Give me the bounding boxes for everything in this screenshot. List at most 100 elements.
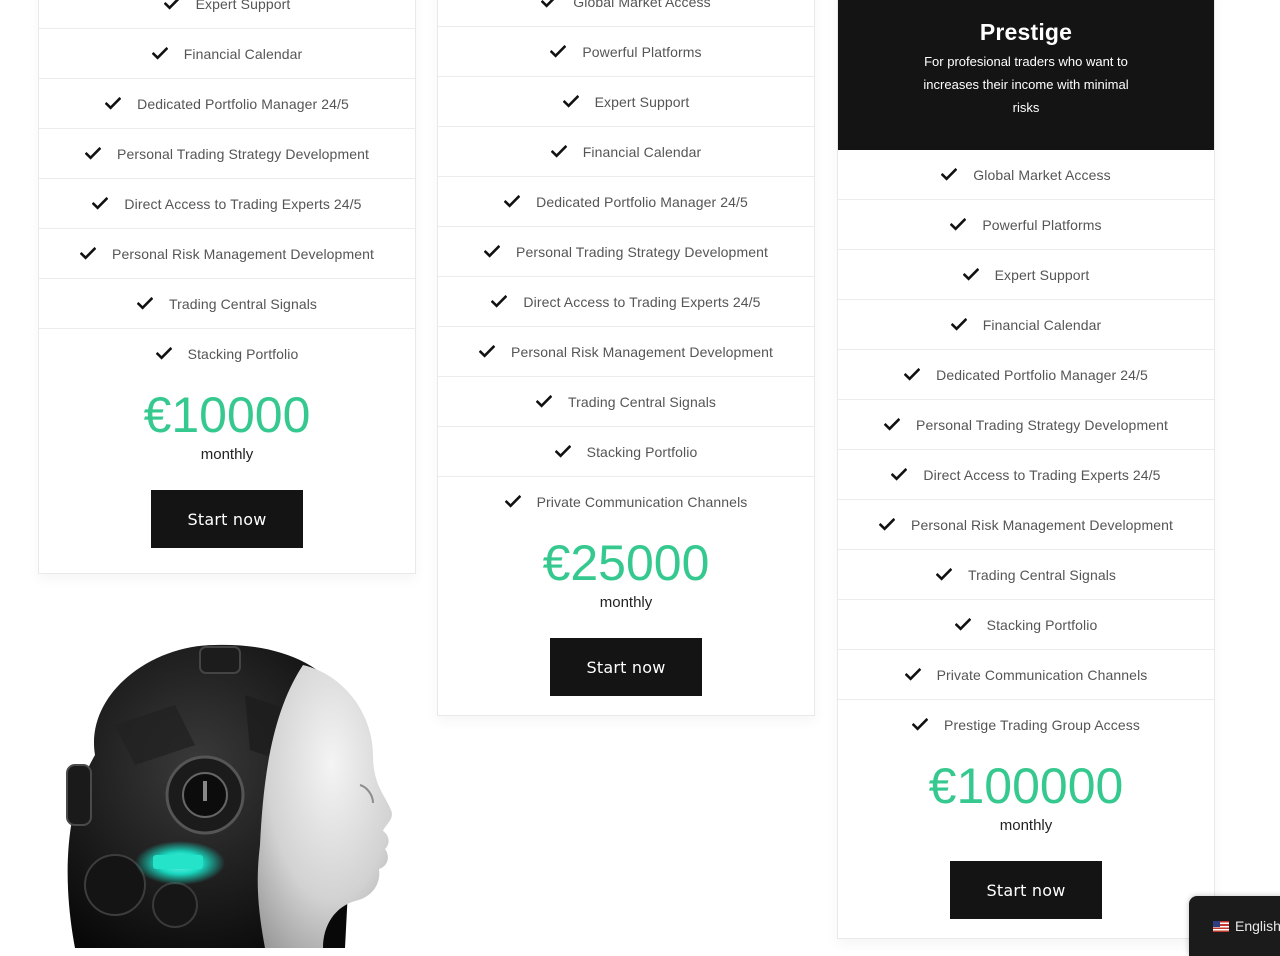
checkmark-icon <box>541 0 559 9</box>
feature-list: Expert Support Financial Calendar Dedica… <box>39 0 415 378</box>
plan-price: €10000 <box>143 387 311 443</box>
feature-item: Powerful Platforms <box>438 27 814 77</box>
feature-item: Expert Support <box>838 250 1214 300</box>
feature-item: Expert Support <box>39 0 415 29</box>
plan-header: Prestige For profesional traders who wan… <box>838 0 1214 150</box>
feature-label: Expert Support <box>994 266 1090 283</box>
feature-label: Personal Risk Management Development <box>511 343 773 360</box>
feature-item: Trading Central Signals <box>838 550 1214 600</box>
feature-item: Trading Central Signals <box>39 279 415 329</box>
checkmark-icon <box>504 194 522 209</box>
feature-label: Stacking Portfolio <box>586 443 698 460</box>
feature-item: Powerful Platforms <box>838 200 1214 250</box>
feature-item: Private Communication Channels <box>838 650 1214 700</box>
feature-label: Global Market Access <box>573 0 711 10</box>
checkmark-icon <box>136 296 155 311</box>
feature-label: Financial Calendar <box>582 143 702 160</box>
feature-label: Dedicated Portfolio Manager 24/5 <box>936 366 1148 383</box>
checkmark-icon <box>550 44 568 59</box>
checkmark-icon <box>962 267 981 282</box>
feature-label: Financial Calendar <box>183 45 303 62</box>
start-now-button[interactable]: Start now <box>151 490 303 548</box>
feature-item: Stacking Portfolio <box>838 600 1214 650</box>
us-flag-icon <box>1213 921 1229 932</box>
checkmark-icon <box>80 246 98 261</box>
checkmark-icon <box>535 394 554 409</box>
checkmark-icon <box>904 367 922 382</box>
plan-period: monthly <box>999 817 1053 834</box>
feature-label: Dedicated Portfolio Manager 24/5 <box>536 193 748 210</box>
plan-price: €100000 <box>928 758 1124 814</box>
feature-label: Trading Central Signals <box>967 566 1117 583</box>
pricing-card-1: Expert Support Financial Calendar Dedica… <box>38 0 416 574</box>
feature-item: Personal Risk Management Development <box>39 229 415 279</box>
feature-label: Personal Trading Strategy Development <box>117 145 369 162</box>
feature-item: Private Communication Channels <box>438 477 814 526</box>
feature-item: Stacking Portfolio <box>438 427 814 477</box>
checkmark-icon <box>163 0 182 11</box>
checkmark-icon <box>484 244 502 259</box>
checkmark-icon <box>891 467 909 482</box>
feature-list: Global Market Access Powerful Platforms … <box>438 0 814 526</box>
checkmark-icon <box>155 346 174 361</box>
start-now-button[interactable]: Start now <box>950 861 1102 919</box>
checkmark-icon <box>884 417 902 432</box>
feature-label: Direct Access to Trading Experts 24/5 <box>124 195 362 212</box>
checkmark-icon <box>935 567 954 582</box>
checkmark-icon <box>85 146 103 161</box>
plan-name: Prestige <box>979 19 1073 45</box>
checkmark-icon <box>879 517 897 532</box>
language-label: English <box>1235 918 1280 934</box>
feature-item: Direct Access to Trading Experts 24/5 <box>838 450 1214 500</box>
plan-period: monthly <box>200 446 254 463</box>
checkmark-icon <box>904 667 923 682</box>
feature-item: Stacking Portfolio <box>39 329 415 378</box>
feature-item: Personal Trading Strategy Development <box>39 129 415 179</box>
pricing-card-2: Global Market Access Powerful Platforms … <box>437 0 815 716</box>
plan-price: €25000 <box>542 535 710 591</box>
feature-item: Dedicated Portfolio Manager 24/5 <box>838 350 1214 400</box>
checkmark-icon <box>941 167 959 182</box>
feature-label: Global Market Access <box>973 166 1111 183</box>
feature-label: Prestige Trading Group Access <box>944 716 1140 733</box>
feature-label: Private Communication Channels <box>536 493 748 510</box>
checkmark-icon <box>554 444 573 459</box>
checkmark-icon <box>479 344 497 359</box>
feature-label: Trading Central Signals <box>567 393 717 410</box>
feature-item: Direct Access to Trading Experts 24/5 <box>39 179 415 229</box>
feature-label: Private Communication Channels <box>936 666 1148 683</box>
start-now-button[interactable]: Start now <box>550 638 702 696</box>
feature-item: Prestige Trading Group Access <box>838 700 1214 749</box>
plan-description: For profesional traders who want to incr… <box>923 54 1129 115</box>
feature-label: Personal Risk Management Development <box>112 245 374 262</box>
checkmark-icon <box>912 717 930 732</box>
checkmark-icon <box>950 317 969 332</box>
feature-label: Powerful Platforms <box>582 43 702 60</box>
feature-label: Personal Trading Strategy Development <box>916 416 1168 433</box>
feature-label: Dedicated Portfolio Manager 24/5 <box>137 95 349 112</box>
checkmark-icon <box>151 46 170 61</box>
feature-item: Financial Calendar <box>39 29 415 79</box>
feature-label: Expert Support <box>195 0 291 12</box>
feature-item: Personal Trading Strategy Development <box>438 227 814 277</box>
feature-item: Dedicated Portfolio Manager 24/5 <box>39 79 415 129</box>
feature-item: Global Market Access <box>838 150 1214 200</box>
checkmark-icon <box>950 217 968 232</box>
language-switcher[interactable]: English <box>1189 896 1280 956</box>
feature-item: Trading Central Signals <box>438 377 814 427</box>
checkmark-icon <box>504 494 523 509</box>
feature-label: Powerful Platforms <box>982 216 1102 233</box>
feature-item: Personal Trading Strategy Development <box>838 400 1214 450</box>
feature-label: Trading Central Signals <box>168 295 318 312</box>
checkmark-icon <box>491 294 509 309</box>
feature-label: Personal Trading Strategy Development <box>516 243 768 260</box>
checkmark-icon <box>550 144 569 159</box>
plan-period: monthly <box>599 594 653 611</box>
feature-label: Personal Risk Management Development <box>911 516 1173 533</box>
feature-item: Personal Risk Management Development <box>838 500 1214 550</box>
robot-head-image <box>66 644 392 948</box>
feature-item: Direct Access to Trading Experts 24/5 <box>438 277 814 327</box>
feature-list: Global Market Access Powerful Platforms … <box>838 150 1214 749</box>
feature-label: Stacking Portfolio <box>986 616 1098 633</box>
feature-label: Stacking Portfolio <box>187 345 299 362</box>
